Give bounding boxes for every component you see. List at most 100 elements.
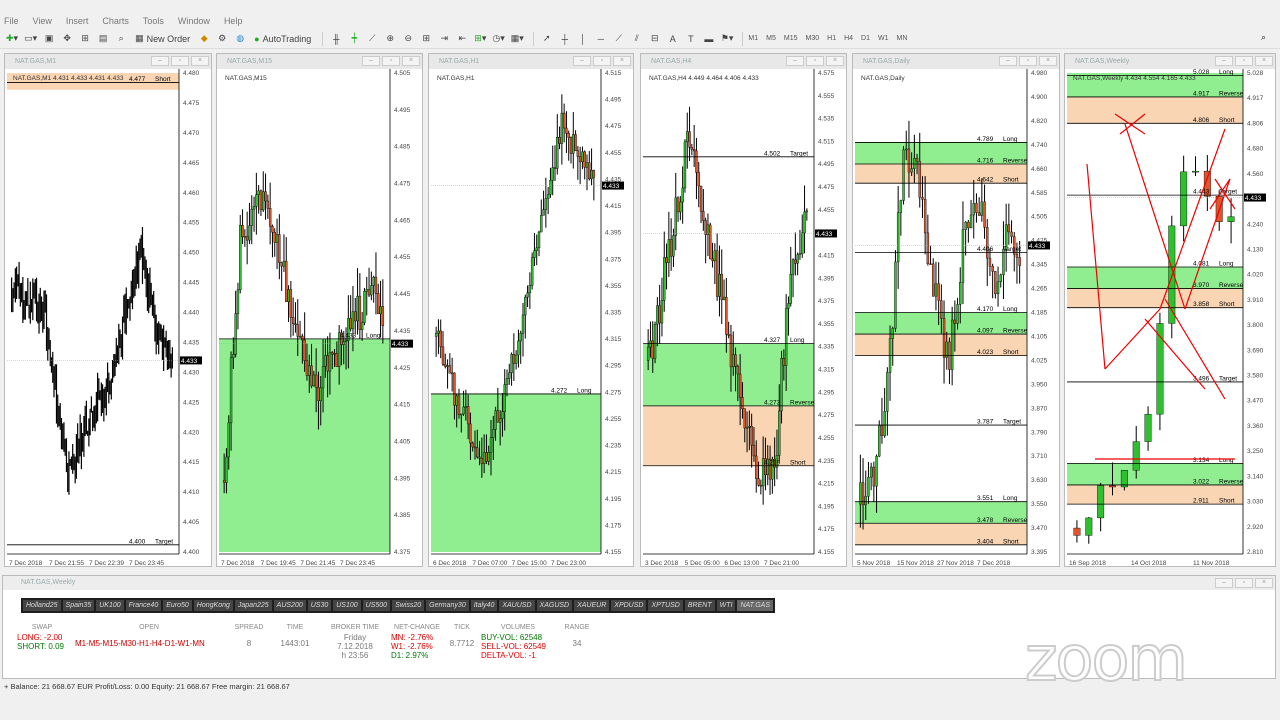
- new-order-button[interactable]: ▦ New Order: [131, 31, 194, 47]
- timeframe-m15[interactable]: M15: [784, 35, 798, 42]
- symbol-aus200[interactable]: AUS200: [273, 600, 306, 611]
- new-chart-button[interactable]: ✚ ▾: [4, 31, 20, 47]
- symbol-euro50[interactable]: Euro50: [163, 600, 192, 611]
- symbol-holland25[interactable]: Holland25: [23, 600, 61, 611]
- chart-window-3[interactable]: NAT.GAS,H1 – ▫ × 4.272 Long NAT.GAS,H1 4.515 4.4…: [428, 53, 634, 567]
- zoom-in-button[interactable]: ⊕: [382, 31, 398, 47]
- indicators-button[interactable]: ⊞ ▾: [472, 31, 488, 47]
- timeframe-mn[interactable]: MN: [897, 35, 908, 42]
- timeframe-m5[interactable]: M5: [766, 35, 776, 42]
- crosshair-tool[interactable]: ┼: [557, 31, 573, 47]
- maximize-button[interactable]: ▫: [382, 56, 400, 66]
- price-chart[interactable]: 4.433 Long NAT.GAS,M15 4.505 4.495 4.485 4.475…: [217, 69, 422, 566]
- periods-button[interactable]: ◷ ▾: [490, 31, 506, 47]
- chart-window-1[interactable]: NAT.GAS,M1– ▫ × 4.477 Short 4.400 Target NAT.GA…: [4, 53, 212, 567]
- minimize-button[interactable]: –: [1215, 578, 1233, 588]
- close-button[interactable]: ×: [613, 56, 631, 66]
- symbol-france40[interactable]: France40: [125, 600, 162, 611]
- price-chart[interactable]: 4.502 Target 4.327 Long 4.273 Reverse 4.219 Sho…: [641, 69, 846, 566]
- menu-file[interactable]: File: [4, 16, 19, 26]
- level-line-long[interactable]: 4.081 Long: [1067, 260, 1243, 267]
- level-line-target[interactable]: 4.400 Target: [7, 538, 179, 545]
- menu-charts[interactable]: Charts: [102, 16, 129, 26]
- terminal-button[interactable]: ▤: [95, 31, 111, 47]
- price-chart[interactable]: 4.477 Short 4.400 Target NAT.GAS,M1 4.431 4.…: [5, 69, 211, 566]
- symbol-xpdusd[interactable]: XPDUSD: [611, 600, 647, 611]
- menu-insert[interactable]: Insert: [66, 16, 89, 26]
- level-line-target[interactable]: 4.502 Target: [643, 150, 814, 157]
- autoscroll-button[interactable]: ⇤: [454, 31, 470, 47]
- symbol-wti[interactable]: WTI: [716, 600, 736, 611]
- level-line-long[interactable]: 4.789 Long: [855, 136, 1027, 143]
- chart-window-6[interactable]: NAT.GAS,Weekly – ▫ × 5.028 Long 4.917 Reverse 4.…: [1064, 53, 1276, 567]
- channel-tool[interactable]: ⫽: [629, 31, 645, 47]
- rectangle-tool[interactable]: ▬: [701, 31, 717, 47]
- tester-button[interactable]: ⌕: [113, 31, 129, 47]
- close-button[interactable]: ×: [826, 56, 844, 66]
- chart-shift-button[interactable]: ⇥: [436, 31, 452, 47]
- symbol-swiss20[interactable]: Swiss20: [392, 600, 425, 611]
- close-button[interactable]: ×: [1255, 56, 1273, 66]
- templates-button[interactable]: ▦ ▾: [509, 31, 526, 47]
- maximize-button[interactable]: ▫: [1019, 56, 1037, 66]
- close-button[interactable]: ×: [1255, 578, 1273, 588]
- symbol-us30[interactable]: US30: [307, 600, 332, 611]
- symbol-xauusd[interactable]: XAUUSD: [499, 600, 535, 611]
- price-chart[interactable]: 5.028 Long4.917 Reverse4.806 Short4.443 Targ…: [1065, 69, 1275, 566]
- label-tool[interactable]: T: [683, 31, 699, 47]
- menu-help[interactable]: Help: [224, 16, 243, 26]
- search-icon[interactable]: ⌕: [1261, 32, 1266, 43]
- chart-window-4[interactable]: NAT.GAS,H4– ▫ × 4.502 Target 4.327 Long 4.273 Re…: [640, 53, 847, 567]
- timeframe-h1[interactable]: H1: [827, 35, 836, 42]
- minimize-button[interactable]: –: [999, 56, 1017, 66]
- market-watch-button[interactable]: ▣: [41, 31, 57, 47]
- timeframe-h4[interactable]: H4: [844, 35, 853, 42]
- profiles-button[interactable]: ▭ ▾: [22, 31, 39, 47]
- chart-window-5[interactable]: NAT.GAS,Daily – ▫ × 4.789 Long 4.716 Reverse 4.6…: [852, 53, 1060, 567]
- timeframe-d1[interactable]: D1: [861, 35, 870, 42]
- menu-window[interactable]: Window: [178, 16, 210, 26]
- minimize-button[interactable]: –: [151, 56, 169, 66]
- minimize-button[interactable]: –: [362, 56, 380, 66]
- price-chart[interactable]: 4.789 Long 4.716 Reverse 4.642 Short 4.406 Targ…: [853, 69, 1059, 566]
- symbol-us500[interactable]: US500: [362, 600, 391, 611]
- minimize-button[interactable]: –: [573, 56, 591, 66]
- maximize-button[interactable]: ▫: [1235, 578, 1253, 588]
- cursor-tool[interactable]: ➚: [539, 31, 555, 47]
- symbol-xagusd[interactable]: XAGUSD: [536, 600, 573, 611]
- menu-view[interactable]: View: [33, 16, 52, 26]
- maximize-button[interactable]: ▫: [171, 56, 189, 66]
- tile-windows-button[interactable]: ⊞: [418, 31, 434, 47]
- arrows-tool[interactable]: ⚑ ▾: [719, 31, 736, 47]
- level-line-target[interactable]: 3.787 Target: [855, 419, 1027, 426]
- menu-tools[interactable]: Tools: [143, 16, 164, 26]
- timeframe-w1[interactable]: W1: [878, 35, 889, 42]
- level-line-long[interactable]: 4.272 Long: [431, 387, 601, 394]
- level-line-long[interactable]: 3.134 Long: [1067, 457, 1243, 464]
- symbol-natgas[interactable]: NAT.GAS: [737, 600, 774, 611]
- data-window-button[interactable]: ⊞: [77, 31, 93, 47]
- symbol-uk100[interactable]: UK100: [96, 600, 124, 611]
- timeframe-m1[interactable]: M1: [748, 35, 758, 42]
- market-button[interactable]: ◍: [232, 31, 248, 47]
- bar-chart-button[interactable]: ╫: [328, 31, 344, 47]
- symbol-us100[interactable]: US100: [333, 600, 361, 611]
- maximize-button[interactable]: ▫: [1235, 56, 1253, 66]
- symbol-xaueur[interactable]: XAUEUR: [574, 600, 610, 611]
- navigator-button[interactable]: ✥: [59, 31, 75, 47]
- minimize-button[interactable]: –: [786, 56, 804, 66]
- timeframe-m30[interactable]: M30: [806, 35, 820, 42]
- level-line-target[interactable]: 4.443 Target: [1067, 189, 1243, 196]
- chart-window-2[interactable]: NAT.GAS,M15 – ▫ × 4.433 Long NAT.GAS,M15 4.505 4…: [216, 53, 423, 567]
- symbol-xptusd[interactable]: XPTUSD: [648, 600, 683, 611]
- symbol-japan225[interactable]: Japan225: [234, 600, 272, 611]
- maximize-button[interactable]: ▫: [593, 56, 611, 66]
- metaeditor-button[interactable]: ◆: [196, 31, 212, 47]
- trendline-tool[interactable]: ⟋: [611, 31, 627, 47]
- level-line-long[interactable]: 3.551 Long: [855, 495, 1027, 502]
- level-line-target[interactable]: 3.496 Target: [1067, 375, 1243, 382]
- price-chart[interactable]: 4.272 Long NAT.GAS,H1 4.515 4.495 4.475 4.455 4…: [429, 69, 633, 566]
- close-button[interactable]: ×: [402, 56, 420, 66]
- text-tool[interactable]: A: [665, 31, 681, 47]
- fibo-tool[interactable]: ⊟: [647, 31, 663, 47]
